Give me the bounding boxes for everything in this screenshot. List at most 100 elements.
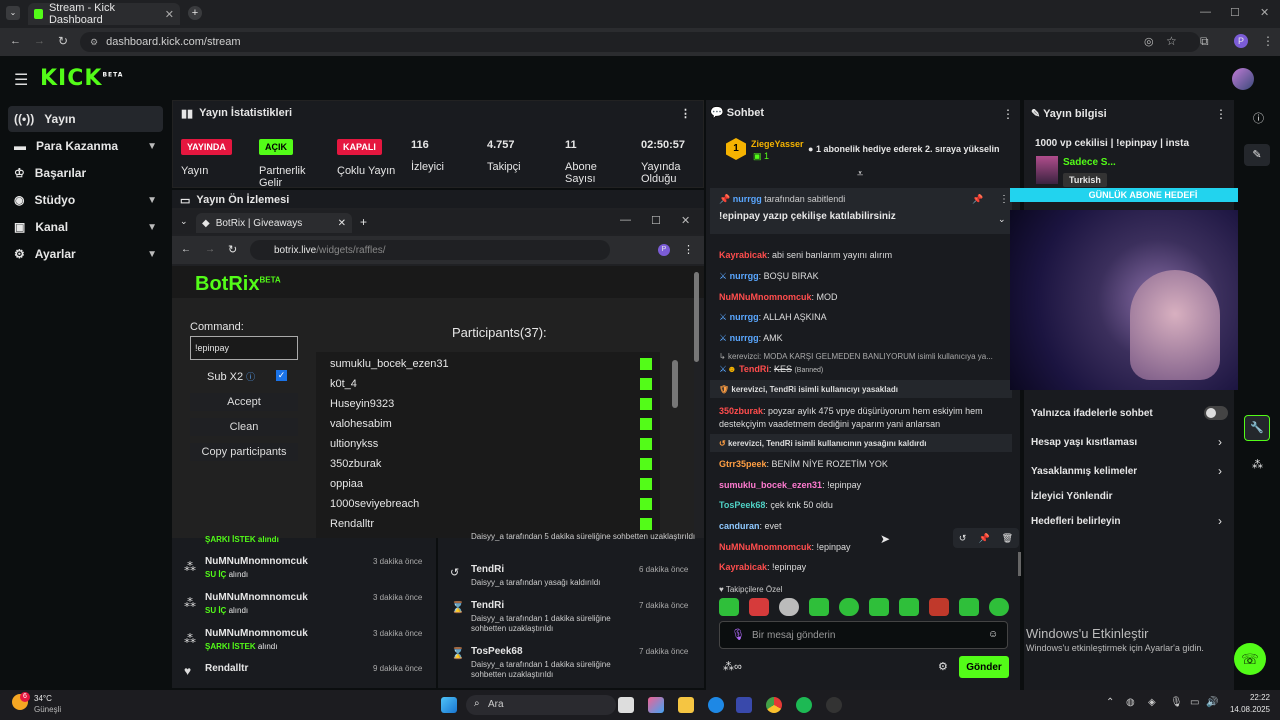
sidebar-item-channel[interactable]: ▣ Kanal ▼ xyxy=(8,214,163,240)
tab-close-icon[interactable]: ✕ xyxy=(165,8,174,21)
account-age-setting[interactable]: Hesap yaşı kısıtlaması xyxy=(1031,437,1137,448)
site-info-icon[interactable]: ⚙ xyxy=(90,37,98,48)
profile-avatar[interactable]: P xyxy=(1234,34,1248,48)
botrix-minimize-icon[interactable]: — xyxy=(620,214,631,226)
reload-icon[interactable]: ↻ xyxy=(58,34,68,48)
emote-icon[interactable] xyxy=(809,598,829,616)
participants-scrollbar[interactable] xyxy=(672,360,678,408)
back-icon[interactable]: ← xyxy=(10,35,21,47)
chrome-icon[interactable] xyxy=(766,697,782,713)
store-icon[interactable] xyxy=(736,697,752,713)
chevron-right-icon[interactable]: › xyxy=(1218,464,1222,478)
spotify-icon[interactable] xyxy=(796,697,812,713)
send-button[interactable]: Gönder xyxy=(959,656,1009,678)
chevron-right-icon[interactable]: › xyxy=(1218,435,1222,449)
emote-icon[interactable] xyxy=(899,598,919,616)
url-field[interactable]: ⚙ dashboard.kick.com/stream xyxy=(80,32,1200,52)
botrix-tab[interactable]: ◆ BotRix | Giveaways ✕ xyxy=(196,213,352,233)
botrix-new-tab-button[interactable]: + xyxy=(360,215,367,229)
botrix-page-scrollbar[interactable] xyxy=(694,272,699,362)
botrix-menu-icon[interactable]: ⋮ xyxy=(683,243,694,256)
chevron-right-icon[interactable]: › xyxy=(1218,514,1222,528)
tray-app-icon[interactable]: ◍ xyxy=(1126,697,1135,708)
volume-icon[interactable]: 🔊 xyxy=(1206,697,1218,708)
support-chat-button[interactable]: ☏ xyxy=(1234,643,1266,675)
eye-off-icon[interactable]: ◎ xyxy=(1144,35,1154,48)
delete-icon[interactable]: 🗑 xyxy=(1002,533,1013,544)
group-icon[interactable]: ⁂ xyxy=(1252,458,1263,471)
microphone-icon[interactable]: 🎙 xyxy=(731,628,745,641)
botrix-reload-icon[interactable]: ↻ xyxy=(228,243,237,256)
network-icon[interactable]: ▭ xyxy=(1190,697,1199,708)
tray-expand-icon[interactable]: ⌃ xyxy=(1106,697,1114,708)
command-input[interactable]: !epinpay xyxy=(190,336,298,360)
file-explorer-icon[interactable] xyxy=(678,697,694,713)
botrix-back-icon[interactable]: ← xyxy=(181,244,191,255)
user-avatar[interactable] xyxy=(1232,68,1254,90)
botrix-profile-avatar[interactable]: P xyxy=(658,244,670,256)
tab-menu-icon[interactable]: ⌄ xyxy=(6,6,20,20)
collapse-icon[interactable]: ⩡ xyxy=(857,168,863,181)
pinned-expand-icon[interactable]: ⌄ xyxy=(998,214,1006,225)
sidebar-item-stream[interactable]: ((•)) Yayın xyxy=(8,106,163,132)
accept-button[interactable]: Accept xyxy=(190,393,298,411)
sidebar-item-achievements[interactable]: ♔ Başarılar xyxy=(8,160,163,186)
emote-icon[interactable] xyxy=(929,598,949,616)
sub-multiplier-checkbox[interactable]: ✓ xyxy=(276,370,287,381)
category-name[interactable]: Sadece S... xyxy=(1063,157,1116,168)
info-icon[interactable]: ⓘ xyxy=(1253,110,1264,126)
botrix-forward-icon[interactable]: → xyxy=(205,244,215,255)
goals-setting[interactable]: Hedefleri belirleyin xyxy=(1031,516,1120,527)
bookmark-star-icon[interactable]: ☆ xyxy=(1166,34,1177,48)
extensions-icon[interactable]: ⧉ xyxy=(1200,34,1209,49)
points-icon[interactable]: ⁂∞ xyxy=(723,660,742,673)
botrix-tab-menu-icon[interactable]: ⌄ xyxy=(180,216,188,227)
clean-button[interactable]: Clean xyxy=(190,418,298,436)
mod-tools-icon[interactable]: 🔧 xyxy=(1244,415,1270,441)
emote-icon[interactable] xyxy=(869,598,889,616)
minimize-icon[interactable]: — xyxy=(1200,6,1211,18)
emoji-icon[interactable]: ☺ xyxy=(988,629,998,640)
new-tab-button[interactable]: + xyxy=(188,6,202,20)
chat-menu-icon[interactable]: ⋮ xyxy=(1002,107,1014,121)
kick-logo[interactable]: KICKBETA xyxy=(40,66,123,91)
emote-only-toggle[interactable] xyxy=(1204,406,1228,420)
sidebar-item-settings[interactable]: ⚙ Ayarlar ▼ xyxy=(8,241,163,267)
botrix-close-icon[interactable]: ✕ xyxy=(681,214,690,227)
chat-scrollbar[interactable] xyxy=(1018,552,1021,576)
stats-menu-icon[interactable]: ⋮ xyxy=(680,107,691,120)
banned-words-setting[interactable]: Yasaklanmış kelimeler xyxy=(1031,466,1137,477)
gift-leader-user[interactable]: ZiegeYasser xyxy=(751,139,804,149)
gift-prompt[interactable]: ● 1 abonelik hediye ederek 2. sıraya yük… xyxy=(808,144,1000,154)
browser-menu-icon[interactable]: ⋮ xyxy=(1262,34,1274,48)
emote-icon[interactable] xyxy=(959,598,979,616)
sidebar-item-studio[interactable]: ◉ Stüdyo ▼ xyxy=(8,187,163,213)
edge-icon[interactable] xyxy=(708,697,724,713)
task-view-icon[interactable] xyxy=(618,697,634,713)
botrix-tab-close-icon[interactable]: ✕ xyxy=(338,218,346,229)
edit-stream-icon[interactable]: ✎ xyxy=(1244,144,1270,166)
clock-date[interactable]: 14.08.2025 xyxy=(1222,705,1270,714)
chat-settings-icon[interactable]: ⚙ xyxy=(938,660,948,673)
maximize-icon[interactable]: ☐ xyxy=(1230,6,1240,19)
host-setting[interactable]: İzleyici Yönlendir xyxy=(1031,491,1113,502)
emote-icon[interactable] xyxy=(749,598,769,616)
hamburger-menu-icon[interactable]: ☰ xyxy=(14,70,28,90)
botrix-maximize-icon[interactable]: ☐ xyxy=(651,214,661,227)
tray-app-icon[interactable]: ◈ xyxy=(1148,697,1156,708)
emote-icon[interactable] xyxy=(989,598,1009,616)
microphone-tray-icon[interactable]: 🎙 xyxy=(1170,697,1183,708)
copy-participants-button[interactable]: Copy participants xyxy=(190,443,298,461)
copilot-icon[interactable] xyxy=(648,697,664,713)
close-window-icon[interactable]: ✕ xyxy=(1260,6,1269,19)
pinned-menu-icon[interactable]: ⋮ xyxy=(999,194,1009,205)
reply-icon[interactable]: ↺ xyxy=(959,533,967,544)
stream-info-menu-icon[interactable]: ⋮ xyxy=(1215,107,1227,121)
taskbar-search[interactable]: Ara xyxy=(466,695,616,715)
botrix-url-field[interactable]: botrix.live/widgets/raffles/ xyxy=(250,240,610,260)
browser-tab[interactable]: Stream - Kick Dashboard ✕ xyxy=(28,2,180,26)
forward-icon[interactable]: → xyxy=(34,35,45,47)
emote-icon[interactable] xyxy=(779,598,799,616)
start-icon[interactable] xyxy=(441,697,457,713)
pin-icon[interactable]: 📌 xyxy=(978,533,989,544)
